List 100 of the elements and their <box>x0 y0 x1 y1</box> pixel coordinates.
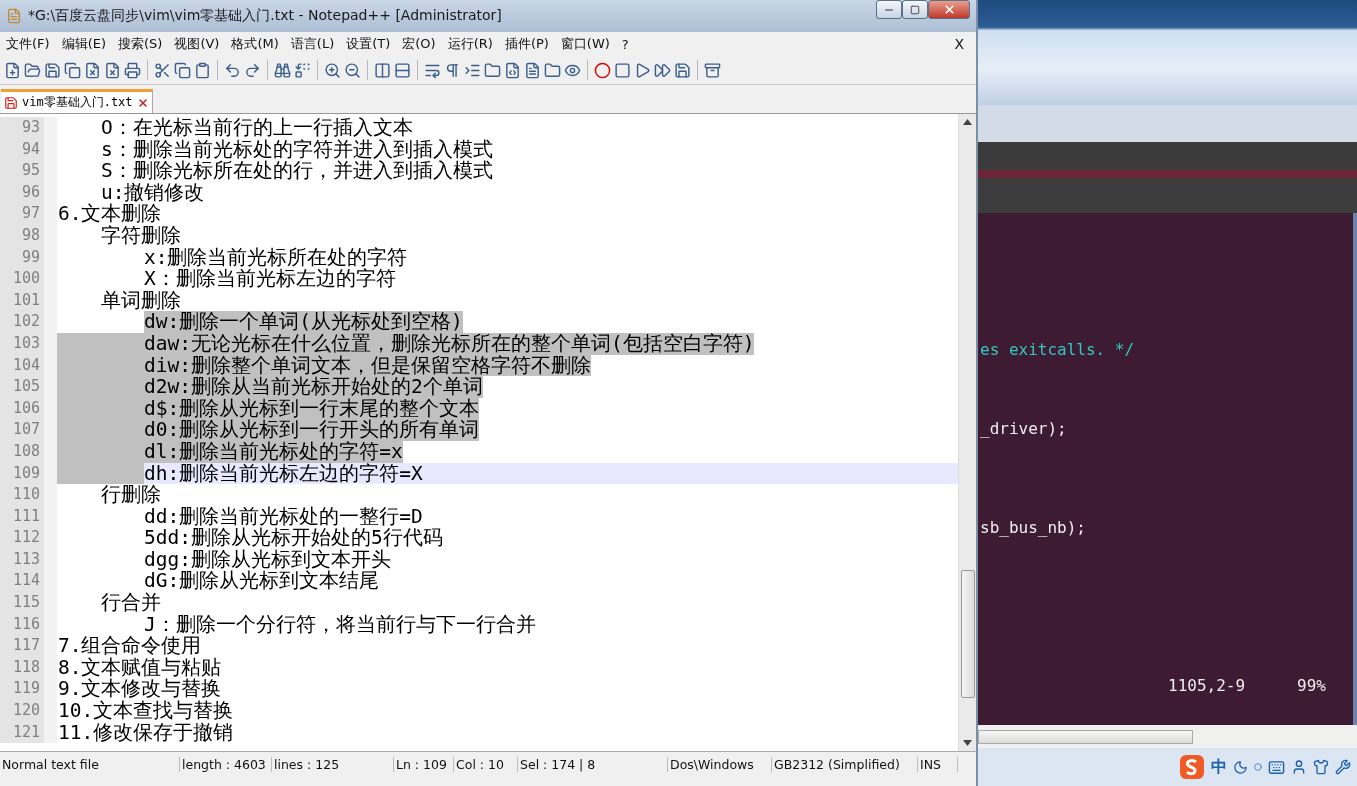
code-line: u:撤销修改 <box>101 181 205 204</box>
status-field: Sel : 174 | 8 <box>518 756 668 772</box>
line-number: 115 <box>0 592 57 614</box>
status-field: Col : 10 <box>454 756 518 772</box>
line-number: 97 <box>0 203 57 225</box>
menu-item[interactable]: 视图(V) <box>170 35 224 53</box>
copy-icon[interactable] <box>174 61 191 79</box>
function-list-icon[interactable] <box>524 61 541 79</box>
ime-mode[interactable]: 中 <box>1211 756 1227 778</box>
horizontal-scrollbar[interactable] <box>978 725 1357 748</box>
stop-icon[interactable] <box>614 61 631 79</box>
menu-item[interactable]: 搜索(S) <box>114 35 167 53</box>
menu-item[interactable]: 编辑(E) <box>57 35 110 53</box>
menu-item[interactable]: 运行(R) <box>443 35 497 53</box>
folder-icon[interactable] <box>484 61 501 79</box>
undo-icon[interactable] <box>224 61 241 79</box>
close-file-icon[interactable] <box>84 61 101 79</box>
pilcrow-icon[interactable] <box>444 61 461 79</box>
scroll-percent: 99% <box>1297 676 1326 697</box>
file-tab[interactable]: vim零基础入门.txt <box>1 89 153 113</box>
status-field: lines : 125 <box>272 756 394 772</box>
scroll-up-icon[interactable] <box>963 119 972 125</box>
minimize-button[interactable] <box>876 0 902 19</box>
menu-item[interactable]: 语言(L) <box>286 35 339 53</box>
code-line: s：删除当前光标处的字符并进入到插入模式 <box>101 138 493 161</box>
line-number: 110 <box>0 484 57 506</box>
cut-icon[interactable] <box>154 61 171 79</box>
code-line: 8.文本赋值与粘贴 <box>58 656 222 679</box>
menu-item[interactable]: 插件(P) <box>500 35 553 53</box>
new-file-icon[interactable] <box>4 61 21 79</box>
close-tab-icon[interactable] <box>136 96 149 109</box>
menu-item[interactable]: 宏(O) <box>398 35 440 53</box>
open-folder-icon[interactable] <box>24 61 41 79</box>
play-icon[interactable] <box>634 61 651 79</box>
line-number: 93 <box>0 117 57 139</box>
sync-vertical-icon[interactable] <box>374 61 391 79</box>
code-line: 5dd:删除从光标开始处的5行代码 <box>144 527 443 549</box>
line-number: 105 <box>0 376 57 398</box>
search-icon[interactable] <box>274 61 291 79</box>
user-icon[interactable] <box>1291 759 1307 775</box>
scrollbar-thumb[interactable] <box>978 729 1193 744</box>
code-line: 行删除 <box>101 484 161 506</box>
menu-item[interactable]: ? <box>617 36 633 52</box>
line-number: 98 <box>0 224 57 247</box>
archive-icon[interactable] <box>704 61 721 79</box>
folder-icon[interactable] <box>544 61 561 79</box>
close-button[interactable] <box>928 0 970 19</box>
line-number: 119 <box>0 678 57 701</box>
code-line: 9.文本修改与替换 <box>58 678 222 701</box>
menu-item[interactable]: 设置(T) <box>342 35 395 53</box>
record-icon[interactable] <box>594 61 611 79</box>
close-document-button[interactable]: X <box>944 36 974 52</box>
vertical-scrollbar[interactable] <box>958 114 976 751</box>
save-icon[interactable] <box>44 61 61 79</box>
print-icon[interactable] <box>124 61 141 79</box>
zoom-out-icon[interactable] <box>344 61 361 79</box>
line-number: 117 <box>0 635 57 657</box>
code-line: x:删除当前光标所在处的字符 <box>144 246 408 269</box>
save-all-icon[interactable] <box>64 61 81 79</box>
line-number: 96 <box>0 181 57 204</box>
menu-item[interactable]: 窗口(W) <box>556 35 614 53</box>
code-line: dgg:删除从光标到文本开头 <box>144 548 391 571</box>
save-macro-icon[interactable] <box>674 61 691 79</box>
sync-horizontal-icon[interactable] <box>394 61 411 79</box>
shirt-icon[interactable] <box>1313 759 1329 775</box>
redo-icon[interactable] <box>244 61 261 79</box>
scrollbar-thumb[interactable] <box>960 570 975 698</box>
line-number: 106 <box>0 397 57 420</box>
keyboard-icon[interactable] <box>1268 758 1285 776</box>
status-field: Ln : 109 <box>394 756 454 772</box>
scroll-down-icon[interactable] <box>963 740 972 746</box>
close-all-icon[interactable] <box>104 61 121 79</box>
code-line: 字符删除 <box>101 224 181 247</box>
paste-icon[interactable] <box>194 61 211 79</box>
code-line: dG:删除从光标到文本结尾 <box>144 570 380 593</box>
code-line: S：删除光标所在处的行，并进入到插入模式 <box>101 160 493 182</box>
code-line: X：删除当前光标左边的字符 <box>144 268 396 290</box>
cursor-position: 1105,2-9 <box>1168 676 1246 697</box>
line-number: 95 <box>0 160 57 182</box>
line-number: 104 <box>0 354 57 377</box>
zoom-in-icon[interactable] <box>324 61 341 79</box>
document-map-icon[interactable] <box>504 61 521 79</box>
menu-item[interactable]: 格式(M) <box>227 35 283 53</box>
maximize-icon <box>910 4 920 15</box>
ime-logo-icon[interactable] <box>1179 754 1205 780</box>
fast-forward-icon[interactable] <box>654 61 671 79</box>
replace-icon[interactable] <box>294 61 311 79</box>
status-field: length : 4603 <box>180 756 272 772</box>
line-number: 116 <box>0 613 57 636</box>
line-number: 121 <box>0 721 57 744</box>
menu-item[interactable]: 文件(F) <box>2 35 54 53</box>
code-line: O：在光标当前行的上一行插入文本 <box>101 117 413 139</box>
status-field: Normal text file <box>0 756 180 772</box>
terminal-line: sb_bus_nb); <box>979 517 1087 538</box>
code-line: 6.文本删除 <box>58 203 162 225</box>
moon-icon[interactable] <box>1233 759 1248 775</box>
maximize-button[interactable] <box>902 0 928 19</box>
line-number: 118 <box>0 656 57 679</box>
settings-icon[interactable] <box>1335 759 1351 775</box>
terminal-line: _driver); <box>979 418 1068 439</box>
